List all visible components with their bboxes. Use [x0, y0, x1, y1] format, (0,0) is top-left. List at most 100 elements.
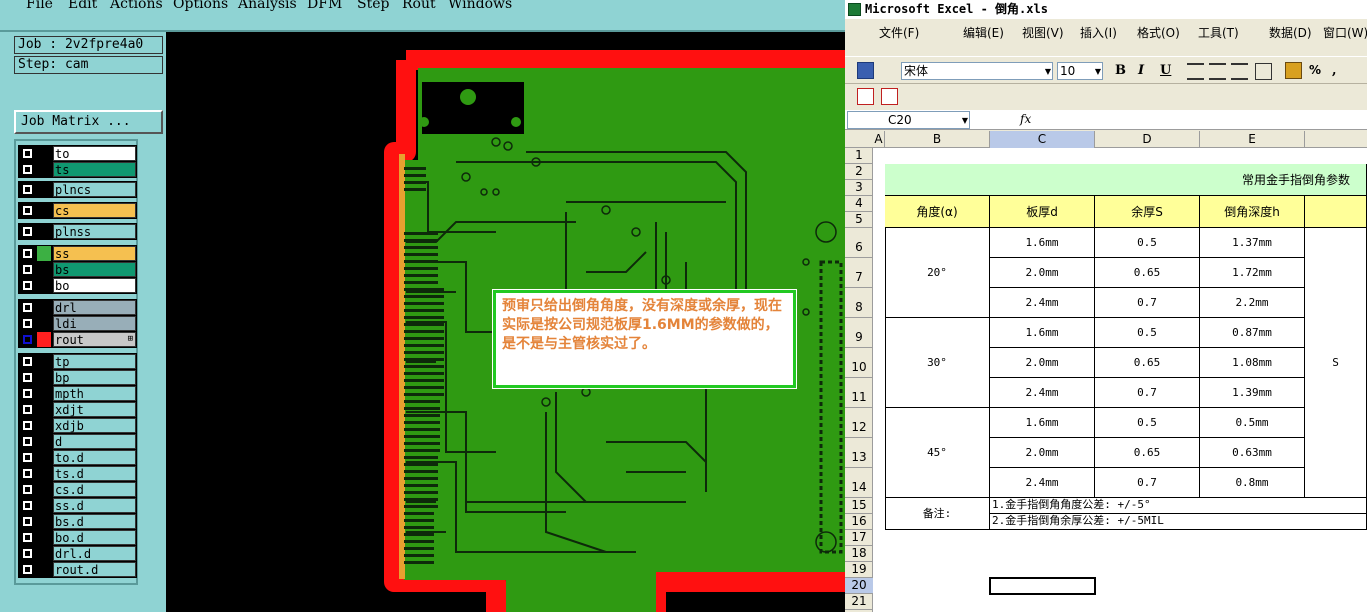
row-header[interactable]: 14 [845, 468, 873, 498]
remain-cell[interactable]: 0.7 [1095, 468, 1200, 498]
layer-color-swatch[interactable] [37, 418, 51, 433]
layer-color-swatch[interactable] [37, 300, 51, 315]
excel-menu-item[interactable]: 编辑(E) [963, 24, 1004, 41]
layer-color-swatch[interactable] [37, 482, 51, 497]
thickness-cell[interactable]: 1.6mm [990, 228, 1095, 258]
row-header[interactable]: 17 [845, 530, 873, 546]
layer-name[interactable]: bo [53, 278, 136, 293]
remain-cell[interactable]: 0.65 [1095, 438, 1200, 468]
column-header[interactable]: C [990, 131, 1095, 148]
layer-color-swatch[interactable] [37, 246, 51, 261]
thickness-cell[interactable]: 2.0mm [990, 258, 1095, 288]
cam-menu-step[interactable]: Step [357, 0, 389, 12]
column-header[interactable]: B [885, 131, 990, 148]
layer-row-cs-d[interactable]: cs.d [18, 482, 137, 497]
depth-cell[interactable]: 1.72mm [1200, 258, 1305, 288]
layer-checkbox[interactable] [22, 264, 33, 275]
job-matrix-button[interactable]: Job Matrix ... [14, 110, 163, 134]
layer-color-swatch[interactable] [37, 162, 51, 177]
layer-color-swatch[interactable] [37, 466, 51, 481]
layer-name[interactable]: rout.d [53, 562, 136, 577]
row-header[interactable]: 15 [845, 498, 873, 514]
layer-row-ss[interactable]: ss [18, 246, 137, 261]
layer-color-swatch[interactable] [37, 203, 51, 218]
excel-menu-item[interactable]: 工具(T) [1198, 24, 1239, 41]
thickness-cell[interactable]: 1.6mm [990, 408, 1095, 438]
row-header[interactable]: 18 [845, 546, 873, 562]
remain-cell[interactable]: 0.7 [1095, 288, 1200, 318]
layer-name[interactable]: cs.d [53, 482, 136, 497]
underline-button[interactable]: U [1160, 63, 1171, 78]
layer-checkbox[interactable] [22, 532, 33, 543]
layer-checkbox[interactable] [22, 388, 33, 399]
layer-color-swatch[interactable] [37, 530, 51, 545]
angle-cell[interactable]: 20° [885, 228, 990, 318]
layer-checkbox[interactable] [22, 436, 33, 447]
layer-checkbox[interactable] [22, 302, 33, 313]
layer-name[interactable]: bo.d [53, 530, 136, 545]
cam-menu-options[interactable]: Options [173, 0, 228, 12]
row-header[interactable]: 21 [845, 594, 873, 610]
layer-row-mpth[interactable]: mpth [18, 386, 137, 401]
merge-center-icon[interactable] [1255, 63, 1272, 80]
row-header[interactable]: 13 [845, 438, 873, 468]
layer-name[interactable]: ts [53, 162, 136, 177]
layer-row-bo-d[interactable]: bo.d [18, 530, 137, 545]
align-center-icon[interactable] [1209, 63, 1226, 80]
layer-color-swatch[interactable] [37, 224, 51, 239]
layer-row-plnss[interactable]: plnss [18, 224, 137, 239]
layer-checkbox[interactable] [22, 564, 33, 575]
row-header[interactable]: 3 [845, 180, 873, 196]
layer-color-swatch[interactable] [37, 146, 51, 161]
thickness-cell[interactable]: 1.6mm [990, 318, 1095, 348]
font-name-select[interactable]: 宋体 ▼ [901, 62, 1053, 80]
layer-color-swatch[interactable] [37, 450, 51, 465]
layer-checkbox[interactable] [22, 404, 33, 415]
layer-row-d[interactable]: d [18, 434, 137, 449]
cam-menu-rout[interactable]: Rout [402, 0, 436, 12]
layer-row-bs-d[interactable]: bs.d [18, 514, 137, 529]
layer-row-bs[interactable]: bs [18, 262, 137, 277]
row-header[interactable]: 9 [845, 318, 873, 348]
remain-cell[interactable]: 0.7 [1095, 378, 1200, 408]
cam-menu-analysis[interactable]: Analysis [238, 0, 297, 12]
layer-row-plncs[interactable]: plncs [18, 182, 137, 197]
layer-name[interactable]: drl.d [53, 546, 136, 561]
layer-color-swatch[interactable] [37, 316, 51, 331]
layer-checkbox[interactable] [22, 516, 33, 527]
layer-color-swatch[interactable] [37, 514, 51, 529]
layer-row-ldi[interactable]: ldi [18, 316, 137, 331]
name-box[interactable]: C20 ▼ [847, 111, 970, 129]
currency-icon[interactable] [1285, 62, 1302, 79]
layer-checkbox[interactable] [22, 226, 33, 237]
layer-row-xdjb[interactable]: xdjb [18, 418, 137, 433]
remain-cell[interactable]: 0.5 [1095, 228, 1200, 258]
layer-row-to-d[interactable]: to.d [18, 450, 137, 465]
layer-row-ss-d[interactable]: ss.d [18, 498, 137, 513]
layer-name[interactable]: mpth [53, 386, 136, 401]
layer-row-drl[interactable]: drl [18, 300, 137, 315]
layer-checkbox[interactable] [22, 164, 33, 175]
table-header-blank[interactable] [1305, 196, 1367, 228]
layer-row-tp[interactable]: tp [18, 354, 137, 369]
layer-color-swatch[interactable] [37, 262, 51, 277]
remark-line[interactable]: 2.金手指倒角余厚公差: +/-5MIL [990, 514, 1367, 530]
bold-button[interactable]: B [1115, 63, 1126, 78]
table-header[interactable]: 余厚S [1095, 196, 1200, 228]
row-header[interactable]: 5 [845, 212, 873, 228]
expand-icon[interactable]: ⊞ [128, 335, 133, 344]
cam-menu-file[interactable]: File [26, 0, 53, 12]
thickness-cell[interactable]: 2.4mm [990, 288, 1095, 318]
thickness-cell[interactable]: 2.0mm [990, 348, 1095, 378]
column-header[interactable]: F [1305, 131, 1367, 148]
align-right-icon[interactable] [1231, 63, 1248, 80]
row-header[interactable]: 1 [845, 148, 873, 164]
layer-name[interactable]: xdjb [53, 418, 136, 433]
layer-name[interactable]: ts.d [53, 466, 136, 481]
remain-cell[interactable]: 0.65 [1095, 348, 1200, 378]
thickness-cell[interactable]: 2.4mm [990, 468, 1095, 498]
save-icon[interactable] [857, 62, 874, 79]
table-header[interactable]: 板厚d [990, 196, 1095, 228]
layer-checkbox[interactable] [22, 280, 33, 291]
row-header[interactable]: 12 [845, 408, 873, 438]
